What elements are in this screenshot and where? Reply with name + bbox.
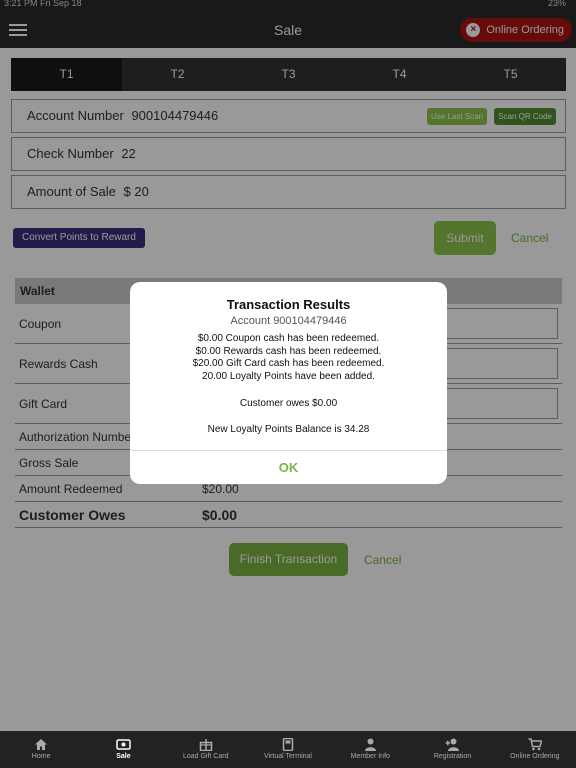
tabbar-label: Load Gift Card [182, 753, 229, 760]
dialog-line: 20.00 Loyalty Points have been added. [202, 370, 375, 382]
bottom-tab-bar: Home Sale Load Gift Card Virtual Termina… [0, 731, 576, 768]
dialog-customer-owes: Customer owes $0.00 [239, 398, 338, 409]
user-icon [329, 738, 411, 752]
tabbar-label: Virtual Terminal [263, 753, 312, 760]
tabbar-label: Registration [433, 753, 472, 760]
tabbar-load-gift-card[interactable]: Load Gift Card [165, 731, 247, 768]
cash-register-icon [82, 738, 164, 752]
add-user-icon [411, 738, 493, 752]
shopping-cart-icon [494, 738, 576, 752]
tabbar-member-info[interactable]: Member Info [329, 731, 411, 768]
ok-button[interactable]: OK [130, 460, 447, 475]
dialog-loyalty-balance: New Loyalty Points Balance is 34.28 [207, 423, 370, 435]
dialog-title: Transaction Results [226, 297, 351, 312]
home-icon [0, 738, 82, 752]
gift-icon [165, 738, 247, 752]
transaction-results-dialog: Transaction Results Account 900104479446… [130, 282, 447, 484]
dialog-divider [130, 450, 447, 451]
tabbar-virtual-terminal[interactable]: Virtual Terminal [247, 731, 329, 768]
tabbar-label: Online Ordering [510, 753, 560, 760]
dialog-redemption-lines: $0.00 Coupon cash has been redeemed. $0.… [130, 333, 447, 383]
tabbar-sale[interactable]: Sale [82, 731, 164, 768]
dialog-line: $0.00 Rewards cash has been redeemed. [195, 345, 382, 357]
tabbar-registration[interactable]: Registration [411, 731, 493, 768]
tabbar-label: Home [31, 753, 51, 760]
dialog-account: Account 900104479446 [230, 315, 347, 327]
tabbar-label: Sale [116, 753, 131, 760]
dialog-line: $20.00 Gift Card cash has been redeemed. [192, 358, 385, 369]
calculator-icon [247, 737, 329, 752]
tabbar-online-ordering[interactable]: Online Ordering [494, 731, 576, 768]
tabbar-home[interactable]: Home [0, 731, 82, 768]
dialog-line: $0.00 Coupon cash has been redeemed. [197, 333, 380, 344]
tabbar-label: Member Info [350, 753, 390, 760]
